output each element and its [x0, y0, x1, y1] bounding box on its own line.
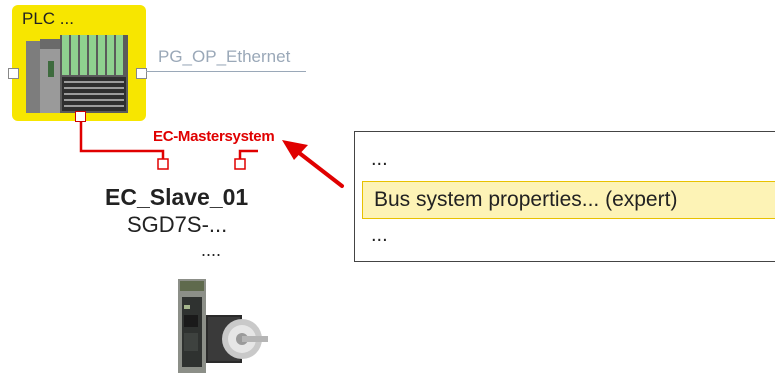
context-menu-item[interactable]: ... — [371, 148, 388, 171]
servo-drive-icon[interactable] — [178, 279, 270, 373]
context-menu-item-bus-system-properties[interactable]: Bus system properties... (expert) — [362, 181, 775, 219]
context-menu: ... Bus system properties... (expert) ..… — [354, 131, 775, 262]
bus-system-label[interactable]: EC-Mastersystem — [153, 128, 275, 145]
context-menu-item[interactable]: ... — [371, 224, 388, 247]
slave-type: SGD7S-... — [127, 212, 228, 237]
slave-more: .... — [201, 240, 222, 260]
slave-name[interactable]: EC_Slave_01 — [105, 184, 248, 211]
